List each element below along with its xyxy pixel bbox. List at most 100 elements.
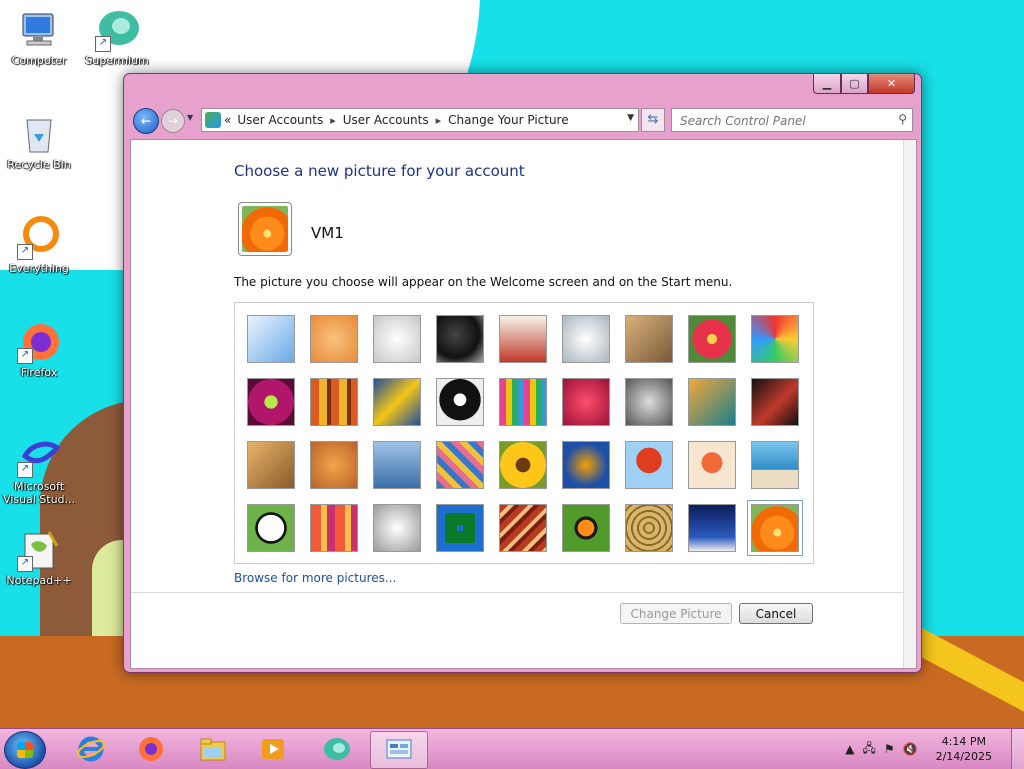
page-title: Choose a new picture for your account [234,162,525,180]
address-dropdown-icon[interactable]: ▼ [627,113,634,123]
breadcrumb-user-accounts-1[interactable]: User Accounts [237,113,323,127]
taskbar-supermium[interactable] [312,731,362,767]
picture-tile[interactable] [688,315,736,363]
maximize-button[interactable]: ▢ [841,74,868,94]
current-user-picture [238,202,292,256]
picture-tile[interactable] [751,315,799,363]
control-panel-icon [205,112,221,128]
picture-tile[interactable] [373,504,421,552]
picture-tile[interactable] [436,441,484,489]
recent-pages-dropdown[interactable]: ▼ [187,113,193,122]
action-center-flag-icon[interactable]: ⚑ [884,742,895,756]
forward-button[interactable]: → [161,109,185,133]
picture-tile[interactable] [625,378,673,426]
picture-tile[interactable] [373,315,421,363]
picture-tile[interactable] [499,378,547,426]
change-picture-window: ▁ ▢ ✕ ← → ▼ « User Accounts ▸ User Accou… [123,73,922,673]
firefox-icon [139,737,163,761]
picture-tile[interactable] [751,441,799,489]
address-bar[interactable]: « User Accounts ▸ User Accounts ▸ Change… [201,108,639,132]
picture-tile[interactable] [436,378,484,426]
desktop-icon-computer[interactable]: Computer [0,8,78,67]
picture-tile[interactable] [625,315,673,363]
show-desktop-button[interactable] [1011,729,1024,769]
picture-tile[interactable] [247,315,295,363]
start-button[interactable] [4,731,46,769]
taskbar: ▲ 🖧 ⚑ 🔇 4:14 PM 2/14/2025 [0,728,1024,769]
everything-icon: ↗ [17,216,61,260]
picture-tile[interactable] [499,315,547,363]
desktop-icon-visual-studio[interactable]: ↗ Microsoft Visual Stud... [0,434,78,506]
network-icon[interactable]: 🖧 [862,739,875,760]
picture-tile[interactable] [310,315,358,363]
picture-tile[interactable] [688,441,736,489]
recycle-bin-icon [17,112,61,156]
picture-tile[interactable] [436,504,484,552]
picture-tile[interactable] [562,441,610,489]
window-controls: ▁ ▢ ✕ [813,74,915,94]
close-button[interactable]: ✕ [868,74,915,94]
search-input[interactable] [678,111,892,131]
picture-tile[interactable] [499,441,547,489]
minimize-button[interactable]: ▁ [813,74,841,94]
back-button[interactable]: ← [133,108,159,134]
refresh-button[interactable]: ⇆ [641,108,665,132]
picture-tile[interactable] [247,378,295,426]
desktop-icon-firefox[interactable]: ↗ Firefox [0,320,78,379]
picture-tile[interactable] [310,441,358,489]
notepadpp-icon: ↗ [17,528,61,572]
picture-tile[interactable] [625,504,673,552]
picture-tile[interactable] [247,441,295,489]
breadcrumb-user-accounts-2[interactable]: User Accounts [343,113,429,127]
desktop-icon-recycle-bin[interactable]: Recycle Bin [0,112,78,171]
picture-tile[interactable] [310,378,358,426]
picture-tile[interactable] [310,504,358,552]
desktop-icon-notepadpp[interactable]: ↗ Notepad++ [0,528,78,587]
picture-tile[interactable] [499,504,547,552]
desktop-icon-everything[interactable]: ↗ Everything [0,216,78,275]
firefox-icon: ↗ [17,320,61,364]
navigation-bar: ← → ▼ « User Accounts ▸ User Accounts ▸ … [132,107,915,134]
cancel-button[interactable]: Cancel [739,603,813,624]
change-picture-button[interactable]: Change Picture [620,603,732,624]
show-hidden-icons-icon[interactable]: ▲ [845,742,854,756]
taskbar-control-panel[interactable] [370,731,428,769]
visual-studio-icon: ↗ [17,434,61,478]
picture-tile[interactable] [562,378,610,426]
username: VM1 [311,224,344,242]
taskbar-media-player[interactable] [248,731,298,767]
picture-tile[interactable] [562,315,610,363]
picture-tile[interactable] [373,378,421,426]
picture-tile[interactable] [625,441,673,489]
breadcrumb-overflow[interactable]: « [224,113,231,127]
search-icon[interactable]: ⚲ [898,112,907,126]
internet-explorer-icon [77,736,105,762]
shortcut-arrow-icon: ↗ [17,556,33,572]
content-pane: Choose a new picture for your account VM… [130,139,917,669]
breadcrumb-separator-icon[interactable]: ▸ [436,114,442,127]
shortcut-arrow-icon: ↗ [17,348,33,364]
browse-more-pictures-link[interactable]: Browse for more pictures... [234,571,396,585]
volume-muted-icon[interactable]: 🔇 [903,742,918,756]
desktop-icon-supermium[interactable]: ↗ Supermium [78,8,156,67]
picture-tile[interactable] [562,504,610,552]
taskbar-firefox[interactable] [126,731,176,767]
media-player-icon [262,739,284,759]
picture-tile[interactable] [436,315,484,363]
picture-tile[interactable] [751,378,799,426]
control-panel-icon [386,739,412,759]
breadcrumb-change-your-picture[interactable]: Change Your Picture [448,113,568,127]
divider [131,592,903,593]
minimize-icon: ▁ [822,77,832,90]
clock[interactable]: 4:14 PM 2/14/2025 [936,734,992,764]
taskbar-windows-explorer[interactable] [188,731,238,767]
picture-tile[interactable] [688,504,736,552]
taskbar-internet-explorer[interactable] [66,731,116,767]
picture-tile[interactable] [747,500,803,556]
vertical-scrollbar[interactable] [903,140,916,668]
supermium-icon [324,738,350,760]
picture-tile[interactable] [688,378,736,426]
picture-tile[interactable] [373,441,421,489]
picture-tile[interactable] [247,504,295,552]
breadcrumb-separator-icon[interactable]: ▸ [330,114,336,127]
